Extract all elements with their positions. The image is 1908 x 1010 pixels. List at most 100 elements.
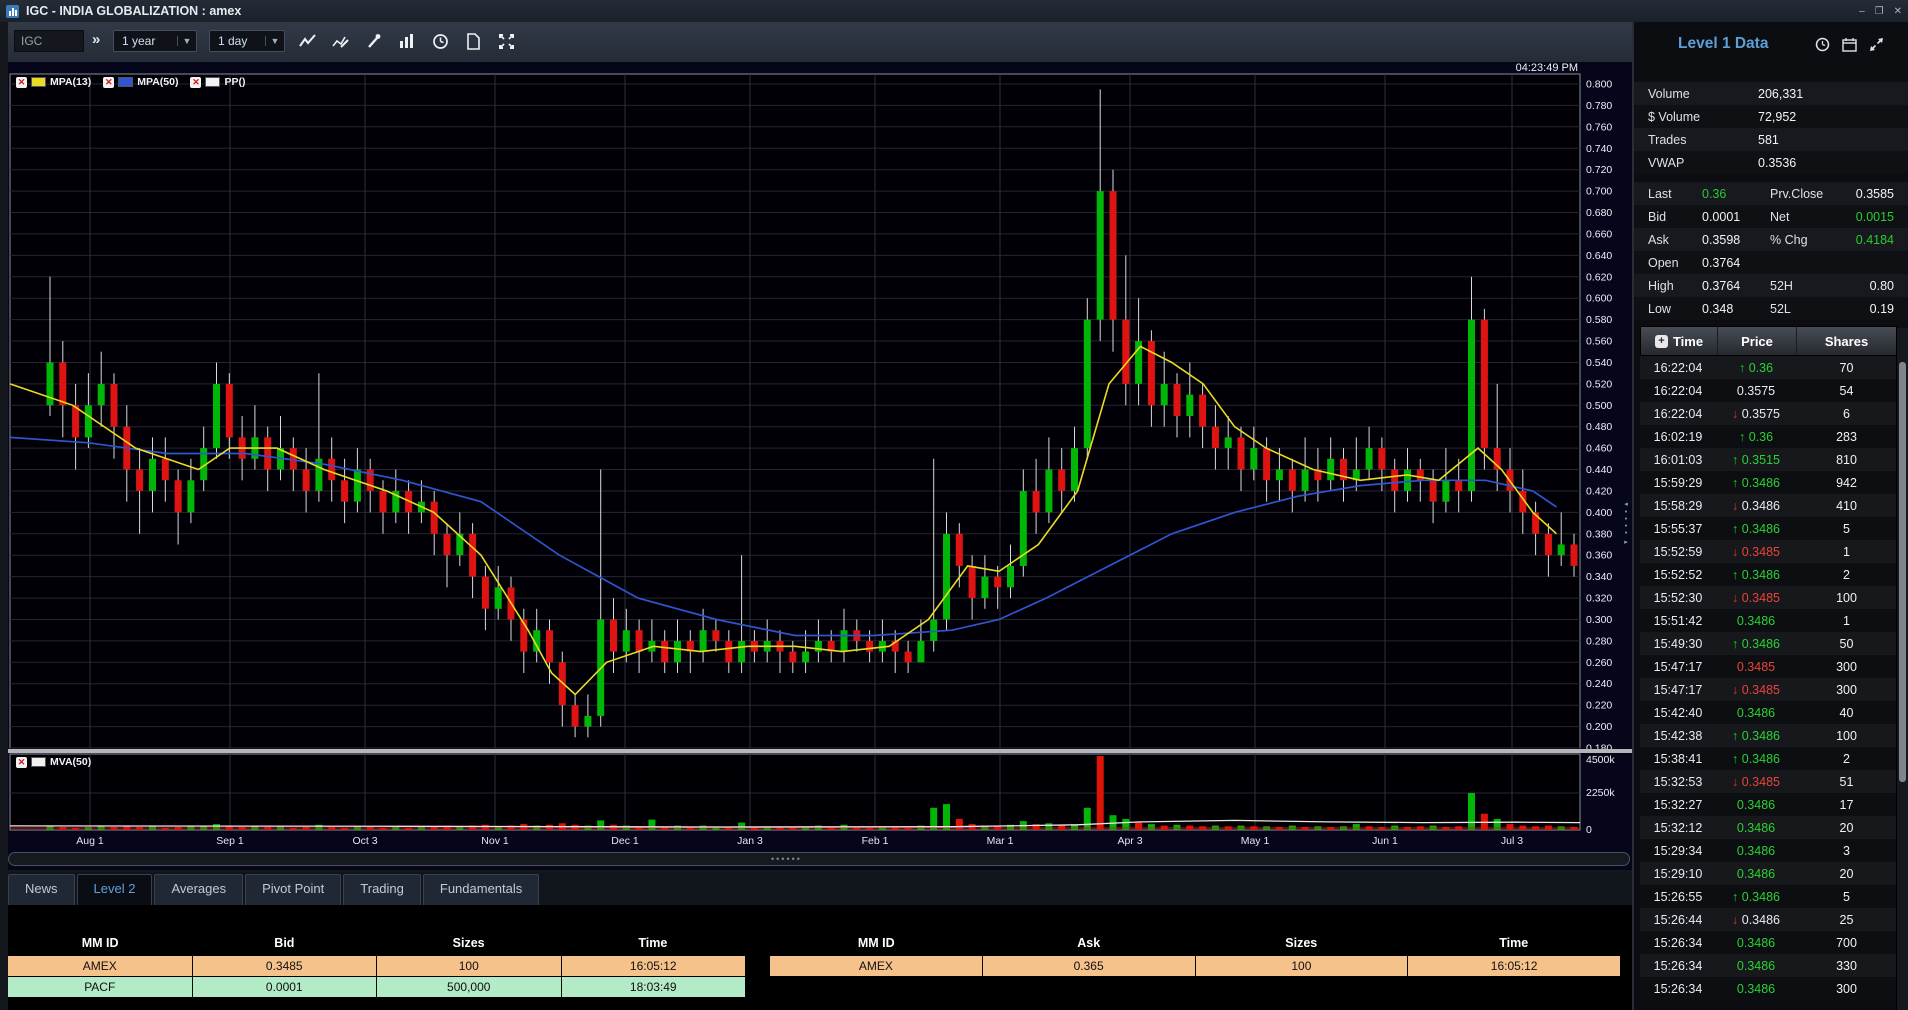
trading-app-window: IGC - INDIA GLOBALIZATION : amex – ❐ ✕ »… (0, 0, 1908, 1010)
level2-cell: AMEX (8, 956, 193, 976)
draw-chart-icon[interactable] (331, 31, 351, 51)
tape-shares: 40 (1796, 706, 1897, 720)
tape-row[interactable]: 15:55:37 ↑ 0.3486 5 (1640, 517, 1897, 540)
tape-time: 15:26:44 (1640, 913, 1716, 927)
tape-scrollbar[interactable] (1896, 328, 1908, 1010)
tape-col-time[interactable]: +Time (1641, 334, 1717, 349)
tape-row[interactable]: 15:26:55 ↑ 0.3486 5 (1640, 885, 1897, 908)
level2-row[interactable]: AMEX0.36510016:05:12 (770, 956, 1620, 977)
tape-row[interactable]: 15:29:34 0.3486 3 (1640, 839, 1897, 862)
tape-row[interactable]: 15:49:30 ↑ 0.3486 50 (1640, 632, 1897, 655)
add-column-icon[interactable]: + (1655, 335, 1668, 348)
bar-chart-icon[interactable] (397, 31, 417, 51)
tape-row[interactable]: 15:51:42 0.3486 1 (1640, 609, 1897, 632)
svg-text:0.220: 0.220 (1586, 700, 1612, 712)
tape-row[interactable]: 15:42:40 0.3486 40 (1640, 701, 1897, 724)
tape-row[interactable]: 15:26:34 0.3486 330 (1640, 954, 1897, 977)
tape-col-shares[interactable]: Shares (1797, 334, 1896, 349)
close-icon[interactable]: ✕ (190, 77, 201, 88)
calendar-icon[interactable] (1841, 36, 1857, 52)
tape-shares: 50 (1796, 637, 1897, 651)
tape-row[interactable]: 15:29:10 0.3486 20 (1640, 862, 1897, 885)
range-select[interactable]: 1 year ▼ (113, 30, 197, 52)
tape-time: 15:32:53 (1640, 775, 1716, 789)
close-icon[interactable]: ✕ (103, 77, 114, 88)
tape-row[interactable]: 15:52:30 ↓ 0.3485 100 (1640, 586, 1897, 609)
symbol-input[interactable] (14, 30, 84, 52)
price-chart-area[interactable]: 04:23:49 PM0.8000.7800.7600.7400.7200.70… (8, 62, 1632, 870)
close-icon[interactable]: ✕ (16, 757, 27, 768)
tape-row[interactable]: 16:22:04 0.3575 54 (1640, 379, 1897, 402)
svg-text:0.700: 0.700 (1586, 186, 1612, 198)
tape-row[interactable]: 15:58:29 ↓ 0.3486 410 (1640, 494, 1897, 517)
tape-row[interactable]: 16:22:04 ↑ 0.36 70 (1640, 356, 1897, 379)
tape-row[interactable]: 15:47:17 0.3485 300 (1640, 655, 1897, 678)
tape-row[interactable]: 16:22:04 ↓ 0.3575 6 (1640, 402, 1897, 425)
tab-news[interactable]: News (8, 874, 75, 905)
line-chart-icon[interactable] (298, 31, 318, 51)
maximize-button[interactable]: ❐ (1875, 6, 1884, 17)
chart-horizontal-scrollbar[interactable]: •••••• (8, 852, 1630, 866)
tape-price: ↑ 0.3486 (1716, 637, 1796, 651)
tape-price: 0.3486 (1716, 614, 1796, 628)
clock-icon[interactable] (430, 31, 450, 51)
tape-row[interactable]: 15:52:59 ↓ 0.3485 1 (1640, 540, 1897, 563)
brush-icon[interactable] (364, 31, 384, 51)
tape-price: 0.3485 (1716, 660, 1796, 674)
svg-text:0.540: 0.540 (1586, 357, 1612, 369)
tab-level-2[interactable]: Level 2 (77, 874, 153, 905)
level2-row[interactable]: AMEX0.348510016:05:12 (8, 956, 745, 977)
tape-row[interactable]: 15:26:34 0.3486 300 (1640, 977, 1897, 1000)
legend-swatch (31, 77, 46, 87)
svg-text:0.740: 0.740 (1586, 143, 1612, 155)
tape-row[interactable]: 15:42:38 ↑ 0.3486 100 (1640, 724, 1897, 747)
tape-row[interactable]: 16:02:19 ↑ 0.36 283 (1640, 425, 1897, 448)
stat-row: VWAP 0.3536 (1634, 151, 1908, 174)
tape-row[interactable]: 15:52:52 ↑ 0.3486 2 (1640, 563, 1897, 586)
svg-text:0.580: 0.580 (1586, 314, 1612, 326)
tape-col-price[interactable]: Price (1717, 327, 1797, 355)
close-icon[interactable]: ✕ (16, 77, 27, 88)
tape-shares: 70 (1796, 361, 1897, 375)
clock-icon[interactable] (1814, 36, 1830, 52)
tape-price: 0.3486 (1716, 821, 1796, 835)
quote-value: 0.36 (1702, 187, 1770, 201)
tape-row[interactable]: 16:01:03 ↑ 0.3515 810 (1640, 448, 1897, 471)
expand-icon[interactable] (496, 31, 516, 51)
tape-row[interactable]: 15:32:53 ↓ 0.3485 51 (1640, 770, 1897, 793)
tape-row[interactable]: 15:26:44 ↓ 0.3486 25 (1640, 908, 1897, 931)
collapse-panel-icon[interactable] (1868, 36, 1884, 52)
bid-table-header: MM ID Bid Sizes Time (8, 930, 745, 956)
candlestick-chart[interactable]: 04:23:49 PM0.8000.7800.7600.7400.7200.70… (8, 62, 1632, 870)
tape-row[interactable]: 15:59:29 ↑ 0.3486 942 (1640, 471, 1897, 494)
svg-text:May 1: May 1 (1241, 835, 1270, 847)
tape-row[interactable]: 15:47:17 ↓ 0.3485 300 (1640, 678, 1897, 701)
tape-price: 0.3486 (1716, 959, 1796, 973)
legend-label: MPA(13) (50, 76, 91, 88)
quote-value2: 0.3585 (1834, 187, 1908, 201)
level2-row[interactable]: PACF0.0001500,00018:03:49 (8, 977, 745, 998)
tab-pivot-point[interactable]: Pivot Point (245, 874, 341, 905)
tape-scrollbar-thumb[interactable] (1899, 362, 1906, 782)
more-options-button[interactable]: » (92, 31, 100, 48)
tape-row[interactable]: 15:32:27 0.3486 17 (1640, 793, 1897, 816)
tape-row[interactable]: 15:38:41 ↑ 0.3486 2 (1640, 747, 1897, 770)
tab-averages[interactable]: Averages (154, 874, 243, 905)
document-icon[interactable] (463, 31, 483, 51)
tape-time: 15:32:27 (1640, 798, 1716, 812)
tab-trading[interactable]: Trading (343, 874, 421, 905)
tape-row[interactable]: 15:32:12 0.3486 20 (1640, 816, 1897, 839)
svg-text:0.720: 0.720 (1586, 164, 1612, 176)
svg-text:0.480: 0.480 (1586, 421, 1612, 433)
svg-text:Sep 1: Sep 1 (216, 835, 244, 847)
tab-fundamentals[interactable]: Fundamentals (423, 874, 539, 905)
tape-shares: 2 (1796, 752, 1897, 766)
tape-price: 0.3486 (1716, 706, 1796, 720)
svg-text:0.660: 0.660 (1586, 228, 1612, 240)
close-button[interactable]: ✕ (1894, 6, 1902, 17)
panel-splitter-handle[interactable]: ◂ •••• ▸ (1621, 480, 1631, 566)
tape-row[interactable]: 15:26:34 0.3486 700 (1640, 931, 1897, 954)
interval-select[interactable]: 1 day ▼ (209, 30, 285, 52)
minimize-button[interactable]: – (1859, 6, 1865, 17)
quote-label2: % Chg (1770, 233, 1834, 247)
